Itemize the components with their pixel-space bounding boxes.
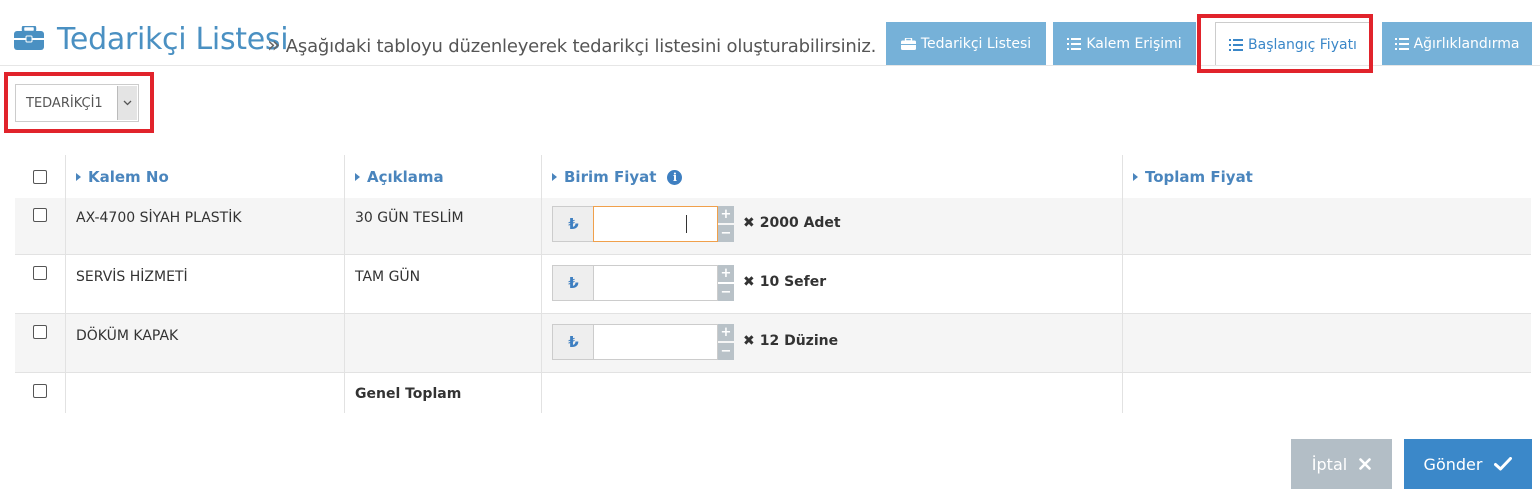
grand-total-label: Genel Toplam	[355, 386, 462, 402]
unit-price-input[interactable]	[593, 206, 718, 242]
quantity-label: ✖ 12 Düzine	[743, 333, 838, 349]
increment-button[interactable]: +	[718, 324, 734, 341]
page-title: Tedarikçi Listesi	[57, 22, 289, 57]
decrement-button[interactable]: −	[718, 343, 734, 360]
row-checkbox[interactable]	[33, 208, 47, 222]
row-divider	[15, 313, 1531, 314]
decrement-button[interactable]: −	[718, 225, 734, 242]
page-description: Aşağıdaki tabloyu düzenleyerek tedarikçi…	[285, 36, 877, 57]
close-icon	[1359, 458, 1372, 470]
list-icon	[1067, 38, 1082, 50]
increment-button[interactable]: +	[718, 206, 734, 223]
column-divider	[541, 155, 542, 413]
column-header-unit-price[interactable]: Birim Fiyat i	[552, 168, 683, 186]
item-no-cell: SERVİS HİZMETİ	[76, 269, 188, 285]
tab-weighting[interactable]: Ağırlıklandırma	[1382, 22, 1532, 66]
column-header-label: Birim Fiyat	[564, 168, 657, 186]
check-icon	[1494, 457, 1513, 471]
description-cell: TAM GÜN	[355, 269, 421, 285]
item-no-cell: AX-4700 SİYAH PLASTİK	[76, 210, 242, 226]
submit-button-label: Gönder	[1423, 454, 1483, 474]
quantity-value: 12 Düzine	[759, 333, 839, 349]
tab-item-access[interactable]: Kalem Erişimi	[1053, 22, 1196, 66]
times-icon: ✖	[743, 215, 755, 231]
column-divider	[1122, 155, 1123, 413]
select-highlight-box	[4, 72, 154, 133]
quantity-label: ✖ 2000 Adet	[743, 215, 841, 231]
tab-highlight-box	[1197, 14, 1373, 73]
text-cursor	[686, 215, 687, 233]
times-icon: ✖	[743, 333, 755, 349]
lira-currency-icon: ₺	[552, 324, 594, 360]
quantity-value: 2000 Adet	[759, 215, 841, 231]
tab-supplier-list[interactable]: Tedarikçi Listesi	[886, 22, 1046, 66]
tab-label: Kalem Erişimi	[1086, 36, 1182, 52]
description-cell: 30 GÜN TESLİM	[355, 210, 464, 226]
column-divider	[65, 155, 66, 413]
decrement-button[interactable]: −	[718, 284, 734, 301]
row-checkbox[interactable]	[33, 266, 47, 280]
unit-price-input[interactable]	[593, 324, 718, 360]
select-all-checkbox[interactable]	[33, 170, 47, 184]
column-divider	[344, 155, 345, 413]
column-header-item-no[interactable]: Kalem No	[76, 168, 169, 186]
quantity-value: 10 Sefer	[759, 274, 827, 290]
column-header-total-price[interactable]: Toplam Fiyat	[1133, 168, 1253, 186]
tab-label: Ağırlıklandırma	[1413, 36, 1520, 52]
column-header-description[interactable]: Açıklama	[355, 168, 444, 186]
lira-currency-icon: ₺	[552, 265, 594, 301]
unit-price-input[interactable]	[593, 265, 718, 301]
row-divider	[15, 254, 1531, 255]
increment-button[interactable]: +	[718, 265, 734, 282]
title-separator: »	[267, 33, 281, 58]
column-header-label: Toplam Fiyat	[1145, 168, 1253, 186]
table-row: DÖKÜM KAPAK ₺ + − ✖ 12 Düzine	[15, 314, 1531, 372]
submit-button[interactable]: Gönder	[1404, 439, 1532, 489]
lira-currency-icon: ₺	[552, 206, 594, 242]
tab-label: Tedarikçi Listesi	[920, 36, 1032, 52]
row-checkbox[interactable]	[33, 325, 47, 339]
times-icon: ✖	[743, 274, 755, 290]
table-row: AX-4700 SİYAH PLASTİK 30 GÜN TESLİM ₺ + …	[15, 198, 1531, 254]
column-header-label: Kalem No	[88, 168, 169, 186]
cancel-button[interactable]: İptal	[1291, 439, 1392, 489]
briefcase-icon	[900, 38, 916, 50]
row-checkbox[interactable]	[33, 384, 47, 398]
briefcase-icon	[14, 26, 44, 50]
table-header-row: Kalem No Açıklama Birim Fiyat i Toplam Fi…	[15, 155, 1531, 198]
quantity-label: ✖ 10 Sefer	[743, 274, 826, 290]
cancel-button-label: İptal	[1311, 454, 1348, 474]
row-divider	[15, 372, 1531, 373]
list-icon	[1394, 38, 1409, 50]
table-row: SERVİS HİZMETİ TAM GÜN ₺ + − ✖ 10 Sefer	[15, 255, 1531, 313]
table-total-row: Genel Toplam	[15, 373, 1531, 413]
item-no-cell: DÖKÜM KAPAK	[76, 328, 179, 344]
column-header-label: Açıklama	[367, 168, 444, 186]
page-subtitle: » Aşağıdaki tabloyu düzenleyerek tedarik…	[267, 33, 876, 58]
info-icon[interactable]: i	[667, 169, 683, 185]
